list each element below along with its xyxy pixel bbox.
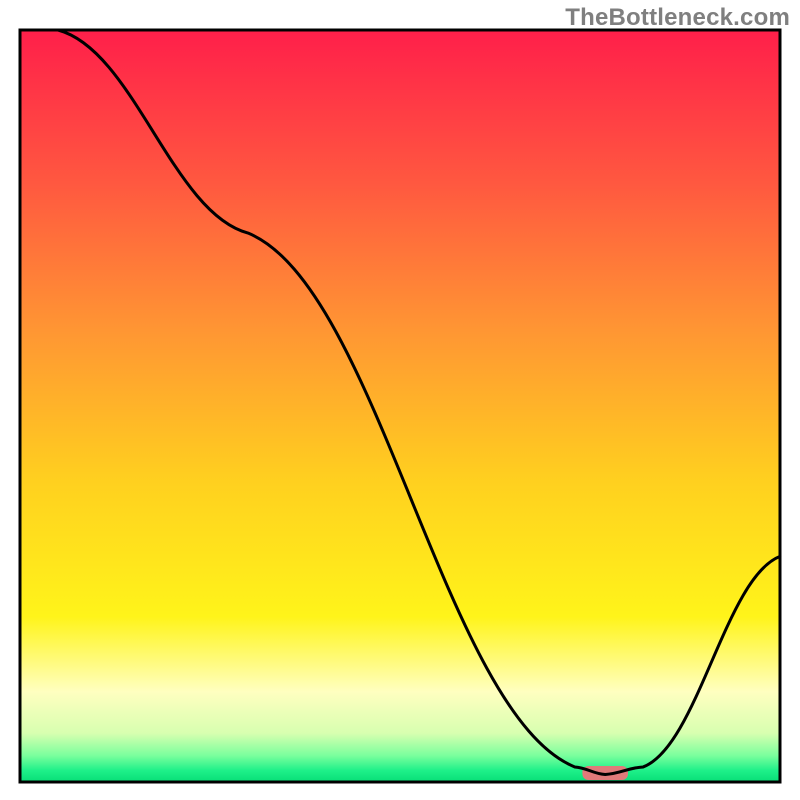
gradient-background xyxy=(20,30,780,782)
chart-stage: TheBottleneck.com xyxy=(0,0,800,800)
watermark-text: TheBottleneck.com xyxy=(565,4,790,32)
bottleneck-chart xyxy=(0,0,800,800)
